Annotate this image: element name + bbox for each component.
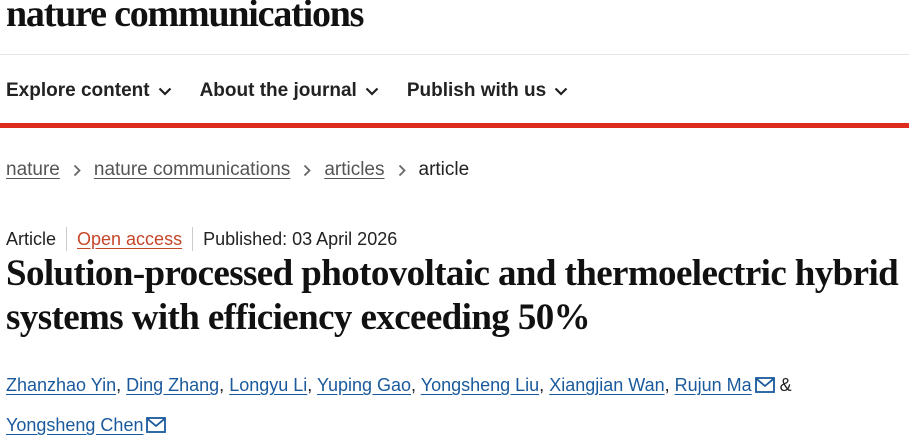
author-separator: ,: [219, 375, 230, 395]
author-link[interactable]: Yongsheng Liu: [421, 375, 539, 395]
breadcrumb-current: article: [418, 159, 470, 180]
meta-divider: [192, 227, 194, 251]
chevron-down-icon: [554, 84, 568, 98]
breadcrumb-nature-communications[interactable]: nature communications: [94, 159, 290, 181]
header-divider: [0, 54, 909, 55]
envelope-icon[interactable]: [754, 368, 775, 406]
chevron-right-icon: [60, 164, 94, 177]
author-link[interactable]: Longyu Li: [229, 375, 307, 395]
nav-item-label: Publish with us: [406, 80, 547, 101]
author-separator: ,: [539, 375, 550, 395]
author-list: Zhanzhao Yin, Ding Zhang, Longyu Li, Yup…: [6, 366, 906, 440]
nav-accent-rule: [0, 123, 909, 128]
article-title: Solution-processed photovoltaic and ther…: [6, 253, 899, 338]
author-separator: ,: [116, 375, 127, 395]
breadcrumb: nature nature communications articles ar…: [6, 156, 469, 184]
nav-item-label: Explore content: [6, 80, 150, 101]
nav-item-label: About the journal: [199, 80, 357, 101]
article-type: Article: [6, 228, 57, 249]
author-link[interactable]: Ding Zhang: [126, 375, 219, 395]
nav-about-the-journal[interactable]: About the journal: [200, 80, 379, 102]
nav-publish-with-us[interactable]: Publish with us: [407, 80, 568, 102]
author-link[interactable]: Xiangjian Wan: [549, 375, 664, 395]
journal-logo-link[interactable]: nature communications: [6, 0, 364, 33]
chevron-down-icon: [365, 84, 379, 98]
open-access-link[interactable]: Open access: [77, 229, 182, 250]
author-link[interactable]: Yongsheng Chen: [6, 415, 143, 435]
author-separator: ,: [411, 375, 421, 395]
primary-nav: Explore content About the journal Publis…: [6, 74, 596, 108]
nav-explore-content[interactable]: Explore content: [6, 80, 172, 102]
published-date: Published: 03 April 2026: [203, 228, 398, 249]
article-meta: Article Open access Published: 03 April …: [6, 226, 397, 252]
author-link[interactable]: Zhanzhao Yin: [6, 375, 116, 395]
chevron-down-icon: [158, 84, 172, 98]
author-link[interactable]: Yuping Gao: [317, 375, 411, 395]
breadcrumb-nature[interactable]: nature: [6, 159, 60, 181]
meta-divider: [66, 227, 68, 251]
breadcrumb-articles[interactable]: articles: [324, 159, 384, 181]
envelope-icon[interactable]: [146, 408, 167, 440]
author-separator: ,: [307, 375, 317, 395]
author-separator: ,: [664, 375, 675, 395]
article-page: nature communications Explore content Ab…: [0, 0, 909, 440]
chevron-right-icon: [290, 164, 324, 177]
chevron-right-icon: [385, 164, 419, 177]
site-header: nature communications: [6, 0, 364, 52]
author-conjunction: &: [774, 375, 792, 395]
author-link[interactable]: Rujun Ma: [675, 375, 752, 395]
